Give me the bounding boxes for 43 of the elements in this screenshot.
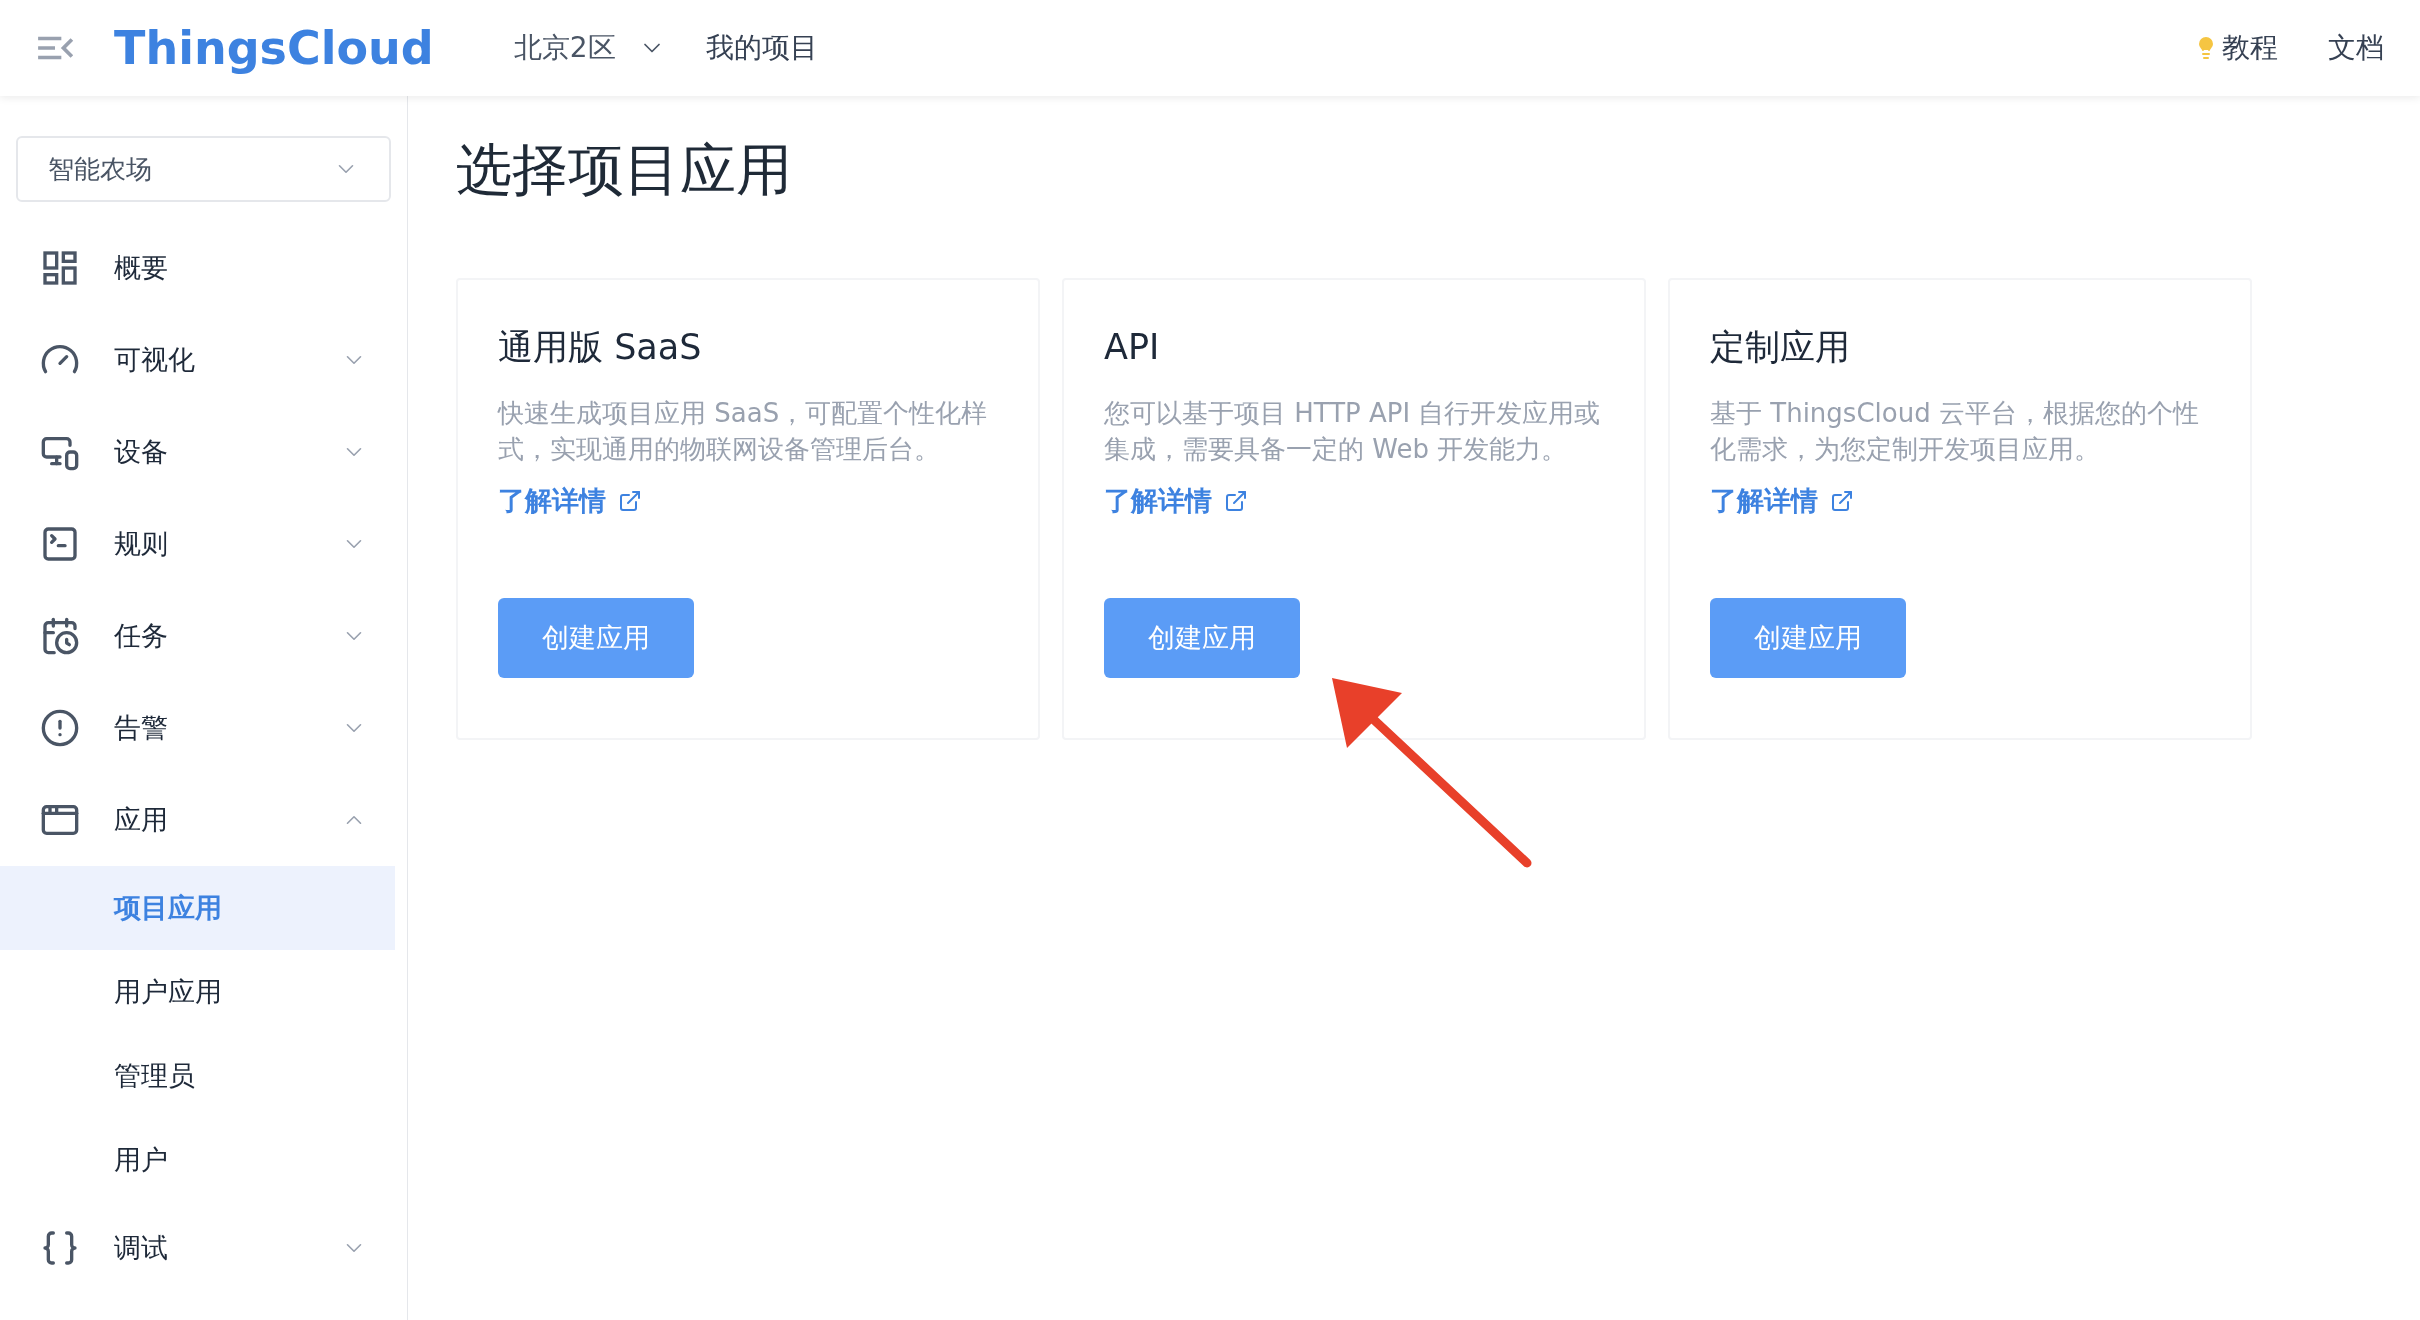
sidebar-item[interactable]: 任务 [0,590,407,682]
sidebar-item[interactable]: 规则 [0,498,407,590]
sidebar-item-label: 概要 [114,250,168,285]
card-description: 快速生成项目应用 SaaS，可配置个性化样式，实现通用的物联网设备管理后台。 [498,397,989,466]
sidebar-item-label: 设备 [114,434,168,469]
sidebar-item[interactable]: 告警 [0,682,407,774]
sidebar-item[interactable]: 应用 [0,774,407,866]
sidebar-subitem[interactable]: 用户 [0,1118,395,1202]
card-title: API [1104,330,1161,365]
sidebar-item-label: 告警 [114,710,168,745]
card-title: 定制应用 [1710,330,1851,365]
external-link-icon [1224,489,1248,514]
card-description: 您可以基于项目 HTTP API 自行开发应用或集成，需要具备一定的 Web 开发能力。 [1104,397,1602,466]
sidebar-item-label: 任务 [114,618,168,653]
learn-more-link[interactable]: 了解详情 [1104,481,1248,522]
menu-fold-icon[interactable] [36,35,74,61]
region-dropdown[interactable]: 北京2区 [513,27,666,69]
sidebar-subitem[interactable]: 用户应用 [0,950,395,1034]
project-select[interactable]: 智能农场 [16,136,391,202]
docs-link[interactable]: 文档 [2328,27,2384,69]
sidebar-item-label: 调试 [114,1230,168,1265]
sidebar-item[interactable]: 概要 [0,222,407,314]
sidebar-item[interactable]: 设备 [0,406,407,498]
sidebar-subitem[interactable]: 管理员 [0,1034,395,1118]
grid-icon [40,248,80,288]
alert-icon [40,708,80,748]
external-link-icon [1830,489,1854,514]
logo[interactable]: ThingsCloud [114,13,434,83]
learn-more-link[interactable]: 了解详情 [1710,481,1854,522]
card-title: 通用版 SaaS [498,330,703,365]
card-description: 基于 ThingsCloud 云平台，根据您的个性化需求，为您定制开发项目应用。 [1710,397,2200,466]
sidebar-item-label: 应用 [114,802,168,837]
sidebar-item-label: 规则 [114,526,168,561]
terminal-icon [40,524,80,564]
external-link-icon [618,489,642,514]
sidebar-item-label: 可视化 [114,342,195,377]
sidebar-item[interactable]: 调试 [0,1202,407,1294]
learn-more-link[interactable]: 了解详情 [498,481,642,522]
tutorial-link[interactable]: 教程 [2194,27,2278,69]
calendar-clock-icon [40,616,80,656]
page-title: 选择项目应用 [456,142,793,198]
sidebar-item[interactable]: 可视化 [0,314,407,406]
my-projects-link[interactable]: 我的项目 [705,27,818,69]
